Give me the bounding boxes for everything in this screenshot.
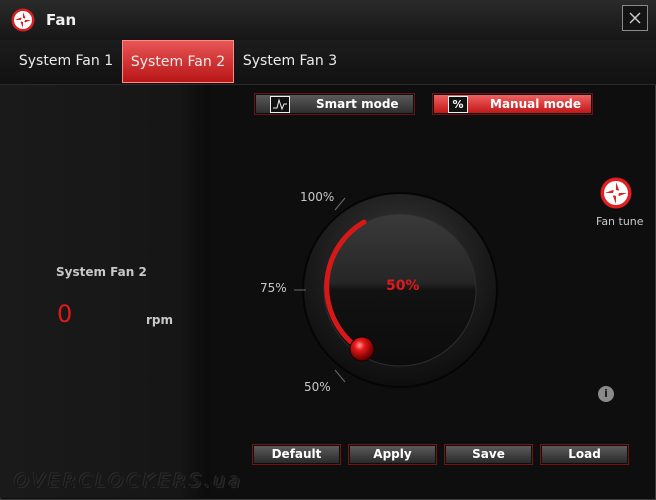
watermark: OVERCLOCKERS.ua	[14, 470, 244, 492]
load-button[interactable]: Load	[540, 444, 629, 465]
tick-50	[334, 369, 346, 383]
scale-label-100: 100%	[300, 190, 335, 204]
info-icon[interactable]: i	[598, 386, 614, 402]
default-button[interactable]: Default	[252, 444, 341, 465]
apply-button-label: Apply	[350, 446, 435, 463]
tick-100	[334, 197, 346, 211]
save-button[interactable]: Save	[444, 444, 533, 465]
save-button-label: Save	[446, 446, 531, 463]
knob-handle[interactable]	[349, 336, 375, 362]
fan-tune-label: Fan tune	[596, 215, 644, 228]
scale-label-50: 50%	[304, 380, 331, 394]
scale-label-75: 75%	[260, 281, 287, 295]
apply-button[interactable]: Apply	[348, 444, 437, 465]
fan-speed-knob[interactable]	[0, 0, 656, 500]
fan-tune-icon[interactable]	[600, 177, 632, 209]
default-button-label: Default	[254, 446, 339, 463]
knob-value: 50%	[386, 278, 420, 294]
load-button-label: Load	[542, 446, 627, 463]
